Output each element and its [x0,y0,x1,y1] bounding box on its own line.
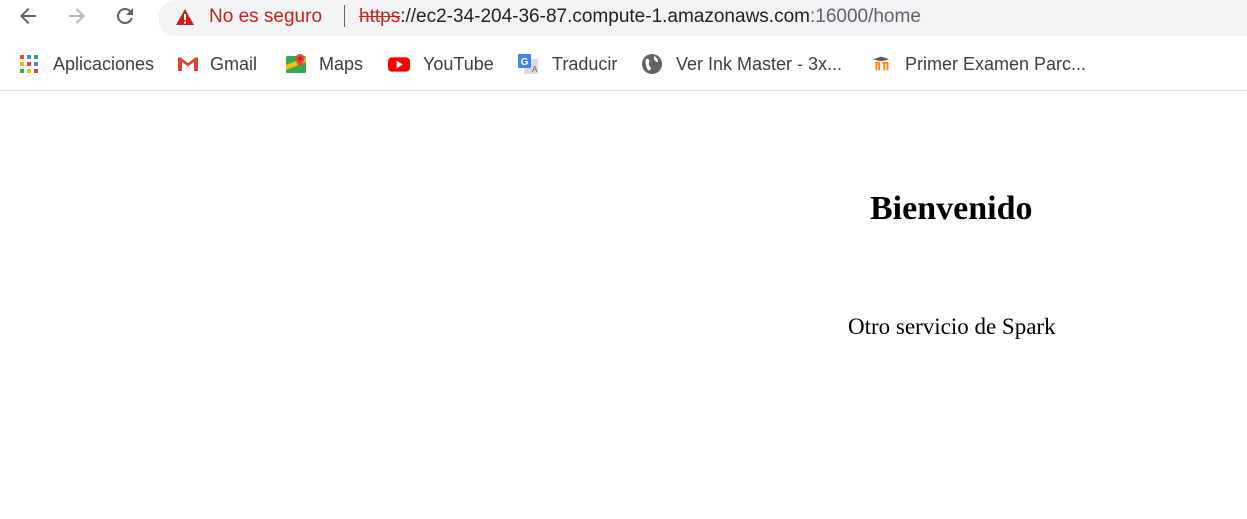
bookmark-label: YouTube [423,53,494,74]
bookmark-label: Gmail [210,53,258,74]
bookmark-youtube[interactable]: YouTube [388,52,494,76]
bookmark-ink-master[interactable]: Ver Ink Master - 3x... [641,52,842,76]
translate-icon: G A [517,53,539,75]
address-bar[interactable]: No es seguro https://ec2-34-204-36-87.co… [158,0,1247,36]
maps-icon [285,53,307,75]
back-button[interactable] [14,2,42,30]
reload-button[interactable] [111,2,139,30]
svg-text:A: A [532,65,538,74]
reload-icon [116,7,133,24]
browser-toolbar: No es seguro https://ec2-34-204-36-87.co… [0,0,1247,38]
forward-button[interactable] [63,2,91,30]
apps-grid-icon [18,53,40,75]
bookmark-label: Aplicaciones [53,53,155,74]
arrow-right-icon [69,8,85,24]
page-text: Otro servicio de Spark [848,314,1056,339]
moodle-icon [871,53,893,75]
page-title: Bienvenido [870,190,1033,227]
url-text[interactable]: https://ec2-34-204-36-87.compute-1.amazo… [359,6,921,28]
svg-text:G: G [521,57,529,68]
bookmark-translate[interactable]: G A Traducir [517,52,617,76]
security-status-label[interactable]: No es seguro [209,6,322,28]
url-scheme: https [359,6,401,27]
url-host: ://ec2-34-204-36-87.compute-1.amazonaws.… [400,6,810,27]
bookmark-maps[interactable]: Maps [285,52,363,76]
warning-triangle-icon [176,9,194,25]
bookmark-apps[interactable]: Aplicaciones [18,52,154,76]
bookmark-label: Maps [319,53,364,74]
bookmark-gmail[interactable]: Gmail [177,52,257,76]
page-content: Bienvenido Otro servicio de Spark [0,92,1247,519]
youtube-icon [388,53,410,75]
gmail-icon [177,53,199,75]
globe-icon [641,53,663,75]
url-path: :16000/home [809,6,921,27]
bookmark-label: Primer Examen Parc... [905,53,1087,74]
bookmark-label: Traducir [552,53,618,74]
arrow-left-icon [20,8,36,24]
bookmarks-bar: Aplicaciones Gmail Maps YouTube G A Trad… [0,38,1247,91]
bookmark-label: Ver Ink Master - 3x... [676,53,843,74]
omnibox-separator [344,5,345,27]
bookmark-primer-examen[interactable]: Primer Examen Parc... [871,52,1086,76]
